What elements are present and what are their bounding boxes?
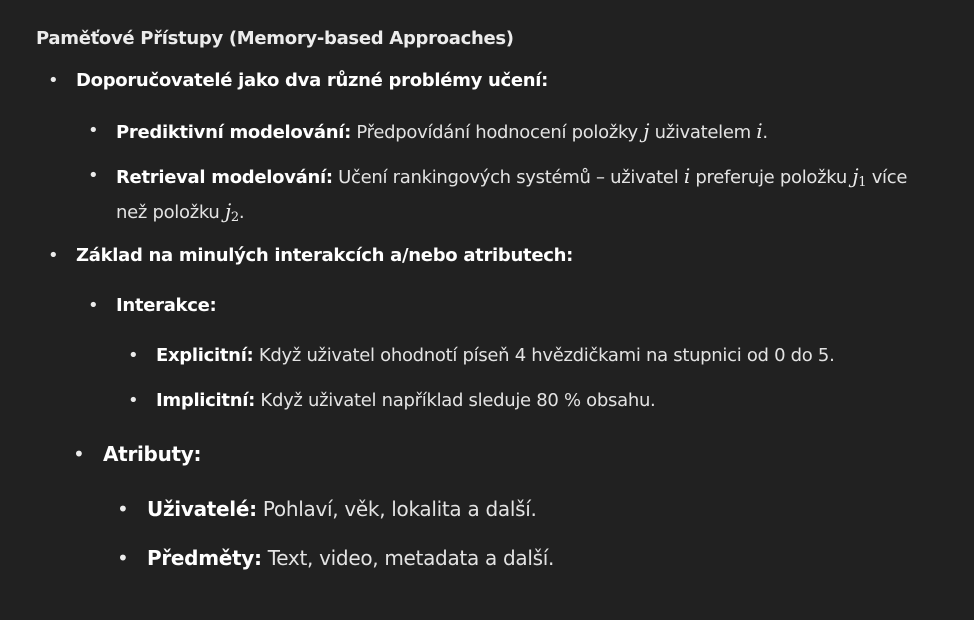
list-item-label: Retrieval modelování:	[116, 167, 333, 188]
list-item-text: Pohlaví, věk, lokalita a další.	[256, 497, 537, 521]
list-item-label: Atributy:	[103, 442, 202, 466]
list-item-label: Implicitní:	[156, 390, 256, 411]
bullet-dot: •	[128, 345, 139, 366]
list-item-text: více	[866, 167, 908, 188]
list-item-text: Učení rankingových systémů – uživatel	[332, 167, 684, 188]
list-item-retrieval: Retrieval modelování: Učení rankingových…	[116, 163, 907, 196]
list-item-text: Když uživatel například sleduje 80 % obs…	[255, 390, 656, 411]
list-item-label: Uživatelé:	[147, 497, 257, 521]
bullet-dot: •	[88, 295, 99, 316]
list-item-text: .	[762, 122, 768, 143]
list-item-retrieval-continued: než položku j2.	[116, 198, 245, 231]
list-item-interactions: Interakce:	[116, 293, 217, 319]
list-item-explicit: Explicitní: Když uživatel ohodnotí píseň…	[156, 343, 835, 369]
list-item-text: .	[238, 202, 245, 223]
math-variable-j1: j1	[852, 164, 866, 190]
list-item-label: Předměty:	[147, 546, 262, 570]
list-item-label: Interakce:	[116, 295, 217, 316]
list-item-attributes: Atributy:	[103, 441, 202, 467]
bullet-dot: •	[88, 120, 99, 141]
bullet-dot: •	[73, 442, 85, 466]
list-item-users: Uživatelé: Pohlaví, věk, lokalita a dalš…	[147, 496, 537, 522]
list-item-recommenders: Doporučovatelé jako dva různé problémy u…	[76, 68, 548, 94]
bullet-dot: •	[117, 497, 129, 521]
list-item-label: Základ na minulých interakcích a/nebo at…	[76, 245, 574, 266]
bullet-dot: •	[88, 165, 99, 186]
list-item-basis: Základ na minulých interakcích a/nebo at…	[76, 243, 573, 269]
section-title: Paměťové Přístupy (Memory-based Approach…	[36, 28, 514, 49]
bullet-dot: •	[117, 546, 129, 570]
list-item-label: Prediktivní modelování:	[116, 122, 351, 143]
math-subscript: 2	[230, 210, 239, 225]
bullet-dot: •	[128, 390, 139, 411]
bullet-dot: •	[48, 245, 59, 266]
list-item-text: Předpovídání hodnocení položky	[350, 122, 644, 143]
list-item-text: Text, video, metadata a další.	[261, 546, 555, 570]
list-item-text: Když uživatel ohodnotí píseň 4 hvězdička…	[253, 345, 835, 366]
list-item-items: Předměty: Text, video, metadata a další.	[147, 545, 554, 571]
list-item-text: preferuje položku	[689, 167, 853, 188]
list-item-label: Doporučovatelé jako dva různé problémy u…	[76, 70, 549, 91]
bullet-dot: •	[48, 70, 59, 91]
math-variable-j2: j2	[225, 199, 239, 225]
list-item-predictive: Prediktivní modelování: Předpovídání hod…	[116, 118, 768, 146]
list-item-text: uživatelem	[649, 122, 757, 143]
list-item-implicit: Implicitní: Když uživatel například sled…	[156, 388, 656, 414]
document-content: Paměťové Přístupy (Memory-based Approach…	[0, 0, 974, 620]
list-item-label: Explicitní:	[156, 345, 254, 366]
list-item-text: než položku	[116, 202, 225, 223]
